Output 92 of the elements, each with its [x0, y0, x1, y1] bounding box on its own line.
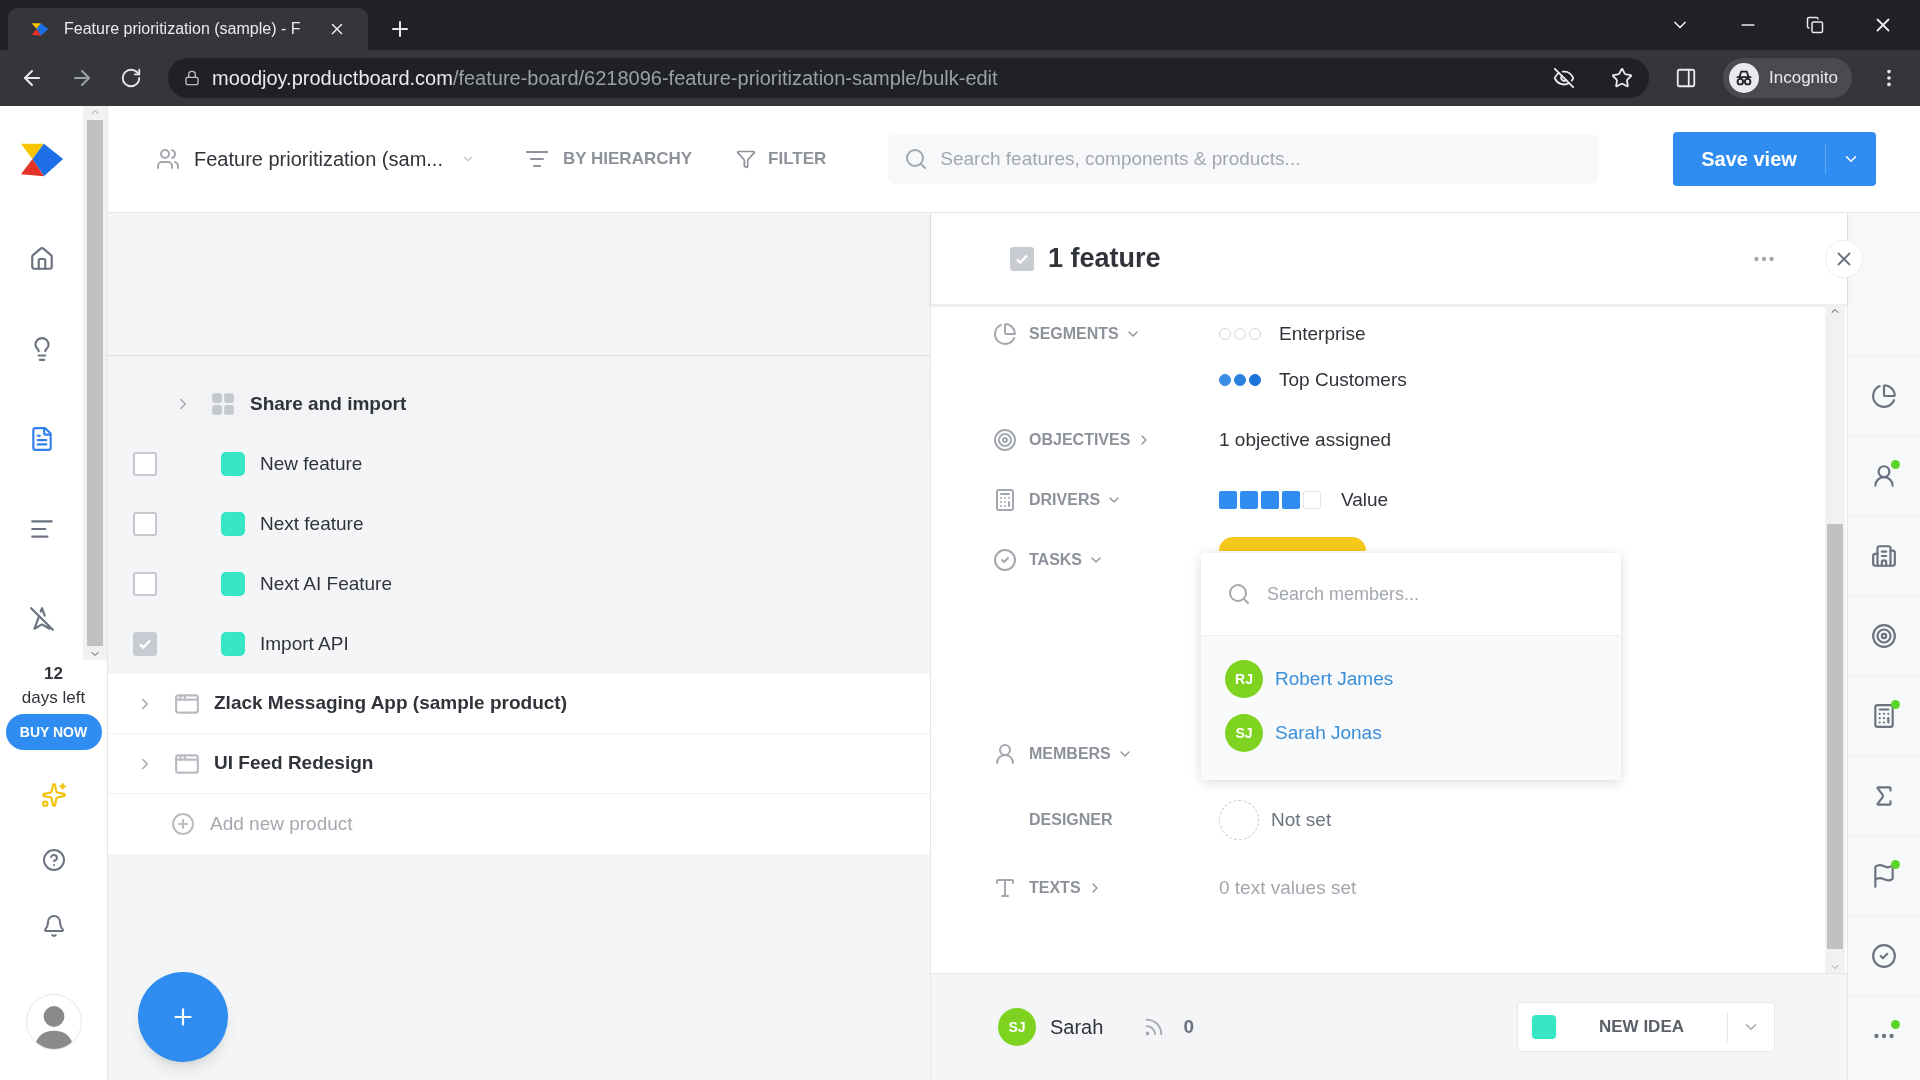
- member-option[interactable]: RJ Robert James: [1201, 652, 1621, 706]
- address-bar[interactable]: moodjoy.productboard.com/feature-board/6218096-feature-prioritization-sample/bulk-edit: [168, 58, 1649, 98]
- filter-button[interactable]: FILTER: [736, 146, 827, 172]
- filter-icon: [736, 149, 757, 169]
- reload-icon[interactable]: [120, 67, 142, 89]
- field-label[interactable]: TEXTS: [1029, 876, 1103, 900]
- buy-now-button[interactable]: BUY NOW: [5, 714, 102, 750]
- profile-name: Incognito: [1769, 67, 1838, 90]
- bell-icon[interactable]: [41, 914, 66, 938]
- checkbox[interactable]: [133, 632, 157, 656]
- calculator-icon[interactable]: [1871, 702, 1897, 729]
- score-square: [1261, 491, 1279, 509]
- checkbox[interactable]: [133, 572, 157, 596]
- home-icon[interactable]: [28, 246, 55, 272]
- check-circle-icon[interactable]: [1871, 942, 1897, 969]
- field-label[interactable]: DRIVERS: [1029, 488, 1123, 512]
- field-label[interactable]: TASKS: [1029, 548, 1105, 572]
- profile-chip[interactable]: Incognito: [1723, 58, 1852, 98]
- product-name[interactable]: UI Feed Redesign: [214, 749, 374, 778]
- trial-days: 12: [44, 662, 63, 686]
- driver-name: Value: [1341, 487, 1389, 512]
- feature-status-square: [221, 572, 245, 596]
- add-product-link[interactable]: Add new product: [210, 809, 353, 839]
- score-square: [1219, 491, 1237, 509]
- flag-icon[interactable]: [1871, 862, 1897, 889]
- feature-name[interactable]: New feature: [260, 449, 363, 479]
- pie-chart-icon: [993, 322, 1017, 346]
- segment-name: Top Customers: [1279, 367, 1407, 392]
- member-search-field[interactable]: Search members...: [1267, 580, 1595, 608]
- pie-chart-icon[interactable]: [1871, 382, 1897, 409]
- person-icon: [993, 742, 1017, 766]
- help-icon[interactable]: [41, 848, 66, 872]
- scrollbar[interactable]: [1825, 305, 1845, 973]
- field-value: Not set: [1271, 807, 1332, 832]
- target-icon: [993, 428, 1017, 452]
- search-input[interactable]: Search features, components & products...: [940, 144, 1583, 174]
- restore-icon[interactable]: [1806, 16, 1824, 34]
- scrollbar[interactable]: [83, 106, 107, 660]
- board-title[interactable]: Feature prioritization (sam...: [194, 144, 443, 174]
- star-icon[interactable]: [1611, 67, 1633, 89]
- score-square: [1303, 491, 1321, 509]
- component-name[interactable]: Share and import: [250, 389, 407, 419]
- close-button[interactable]: [1825, 240, 1863, 278]
- field-label[interactable]: DESIGNER: [1029, 808, 1113, 832]
- eye-off-icon[interactable]: [1553, 67, 1575, 89]
- checkbox[interactable]: [1010, 246, 1034, 271]
- checkbox[interactable]: [133, 512, 157, 536]
- field-label[interactable]: SEGMENTS: [1029, 322, 1141, 346]
- incognito-icon: [1729, 63, 1759, 93]
- checkbox[interactable]: [133, 452, 157, 476]
- url-text: moodjoy.productboard.com/feature-board/6218096-feature-prioritization-sample/bulk-edit: [212, 66, 998, 91]
- feature-status-square: [221, 452, 245, 476]
- segment-name: Enterprise: [1279, 321, 1366, 346]
- score-square: [1282, 491, 1300, 509]
- browser-tab[interactable]: Feature prioritization (sample) - F: [8, 8, 368, 50]
- navigation-off-icon[interactable]: [28, 606, 55, 632]
- feature-status-square: [221, 632, 245, 656]
- avatar: RJ: [1225, 660, 1263, 698]
- person-icon[interactable]: [1871, 462, 1897, 489]
- selection-title: 1 feature: [1048, 242, 1161, 276]
- people-icon: [156, 147, 180, 171]
- check-circle-icon: [993, 548, 1017, 572]
- trial-label: days left: [21, 687, 86, 709]
- letter-icon: [993, 876, 1017, 900]
- feature-status-square: [221, 512, 245, 536]
- feature-name[interactable]: Import API: [260, 629, 349, 659]
- feature-name[interactable]: Next feature: [260, 509, 364, 539]
- score-square: [1240, 491, 1258, 509]
- search-icon: [1227, 582, 1251, 606]
- status-dropdown[interactable]: NEW IDEA: [1517, 1002, 1775, 1052]
- owner-name: Sarah: [1050, 1015, 1104, 1040]
- grid-icon: [210, 391, 236, 417]
- search-icon: [904, 147, 929, 171]
- calculator-icon: [993, 488, 1017, 512]
- lock-icon: [184, 70, 200, 86]
- avatar: SJ: [1225, 714, 1263, 752]
- building-icon[interactable]: [1871, 542, 1897, 569]
- status-square: [1532, 1015, 1556, 1039]
- vote-count: 0: [1183, 1014, 1194, 1039]
- avatar: SJ: [998, 1008, 1036, 1046]
- target-icon[interactable]: [1871, 622, 1897, 649]
- field-label[interactable]: MEMBERS: [1029, 742, 1133, 766]
- field-value[interactable]: 0 text values set: [1219, 876, 1357, 898]
- save-view-button[interactable]: Save view: [1673, 132, 1876, 186]
- search-field[interactable]: Search features, components & products...: [888, 134, 1599, 184]
- feature-name[interactable]: Next AI Feature: [260, 569, 392, 599]
- grouping-button[interactable]: BY HIERARCHY: [525, 146, 693, 172]
- member-option[interactable]: SJ Sarah Jonas: [1201, 706, 1621, 760]
- side-panel-icon[interactable]: [1675, 67, 1697, 89]
- tab-title: Feature prioritization (sample) - F: [64, 19, 302, 39]
- field-value[interactable]: 1 objective assigned: [1219, 428, 1392, 450]
- field-label[interactable]: OBJECTIVES: [1029, 428, 1153, 452]
